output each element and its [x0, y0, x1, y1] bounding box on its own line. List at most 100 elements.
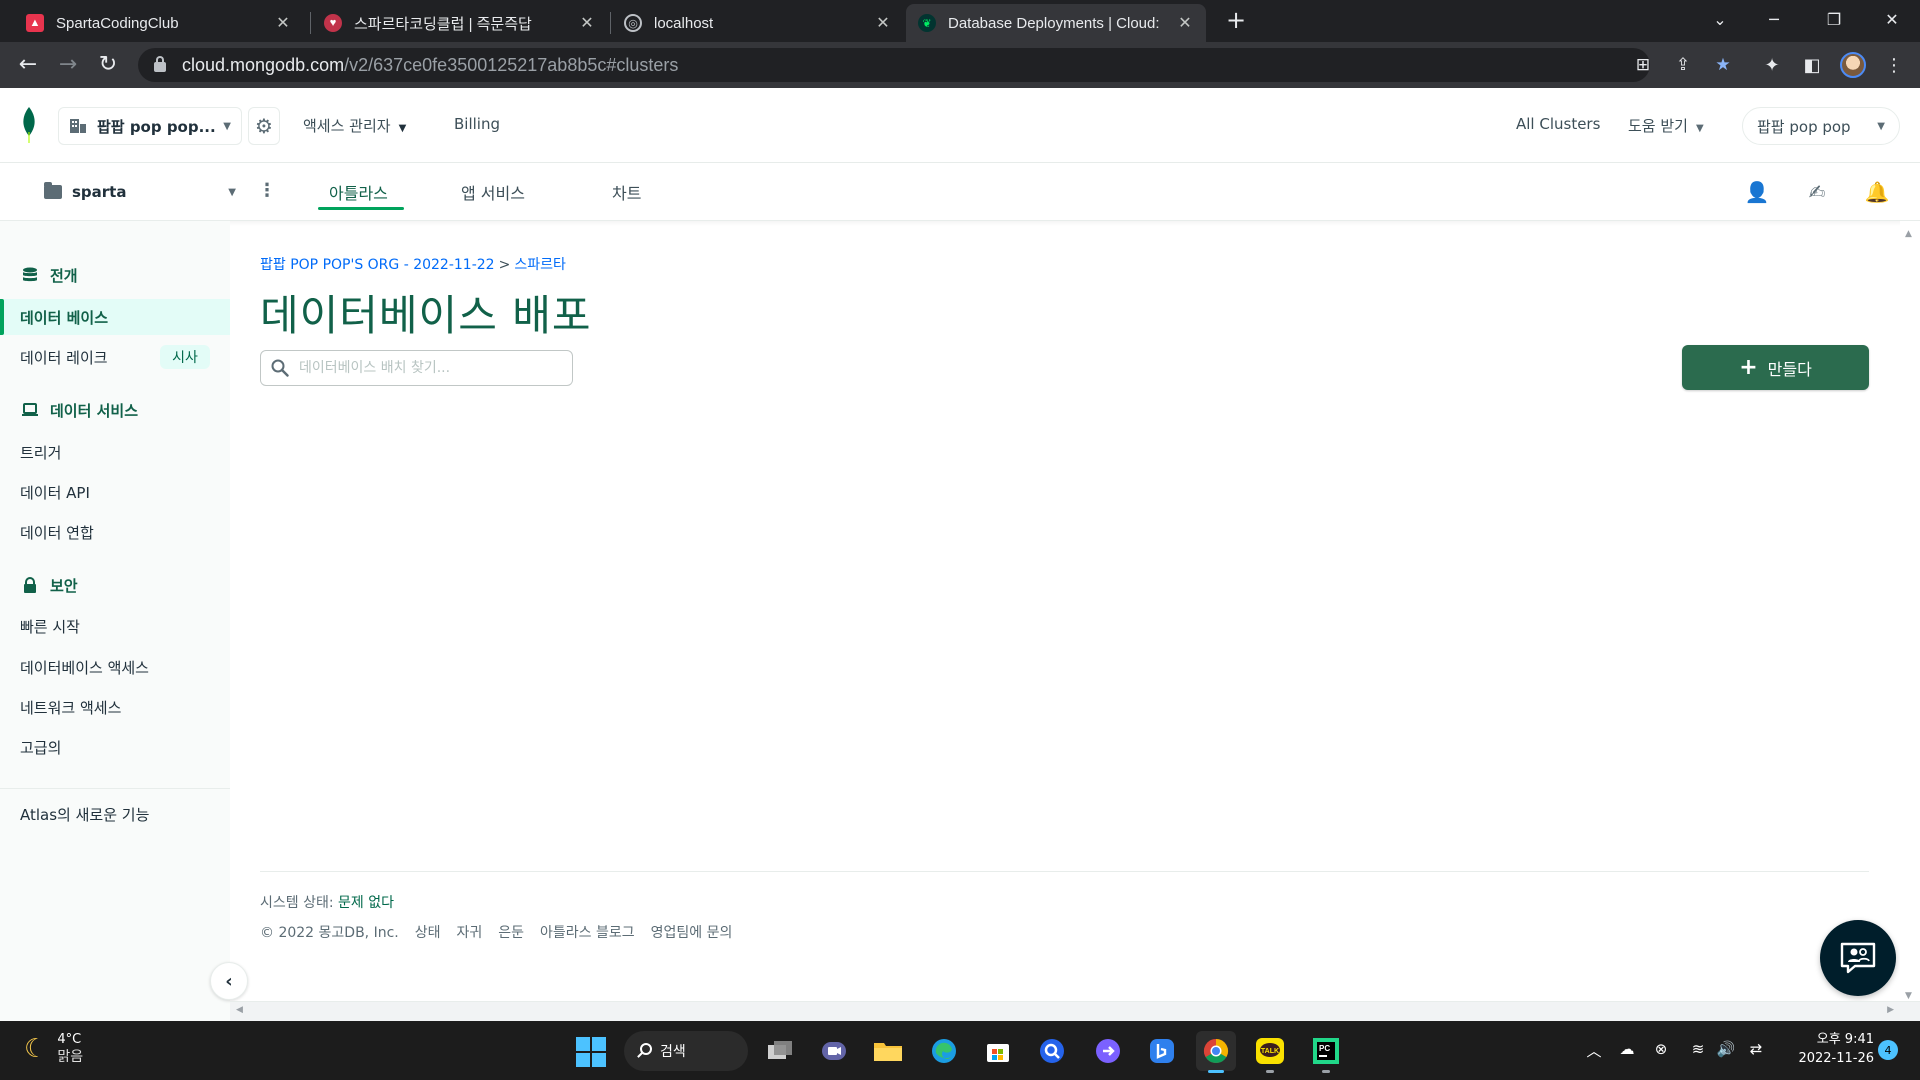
- chrome-browser-icon[interactable]: [1196, 1031, 1236, 1073]
- organization-settings-gear-icon[interactable]: ⚙: [248, 107, 280, 145]
- sidebar-item-network-access[interactable]: 네트워크 액세스: [20, 695, 121, 719]
- help-menu[interactable]: 도움 받기 ▼: [1628, 115, 1704, 136]
- weather-widget[interactable]: ☾ 4°C 맑음: [24, 1032, 83, 1066]
- footer-link-privacy[interactable]: 은둔: [498, 922, 524, 942]
- tab-app-services[interactable]: 앱 서비스: [461, 180, 525, 206]
- footer-link-terms[interactable]: 자귀: [457, 922, 483, 942]
- notification-bell-icon[interactable]: 🔔: [1863, 178, 1891, 206]
- side-panel-icon[interactable]: ◧: [1798, 52, 1826, 80]
- pycharm-icon[interactable]: PC: [1306, 1031, 1346, 1073]
- taskbar-search[interactable]: 검색: [624, 1031, 748, 1071]
- tab-close-icon[interactable]: ✕: [874, 13, 892, 33]
- footer-link-status[interactable]: 상태: [415, 922, 441, 942]
- tab-close-icon[interactable]: ✕: [578, 13, 596, 33]
- project-options-kebab-icon[interactable]: ⋮: [258, 180, 276, 204]
- minimize-button[interactable]: ─: [1754, 6, 1794, 34]
- translate-icon[interactable]: ⊞: [1630, 52, 1656, 78]
- mongodb-leaf-favicon-icon: ❦: [918, 14, 936, 32]
- sidebar-item-whats-new[interactable]: Atlas의 새로운 기능: [20, 802, 149, 826]
- sidebar-active-bar: [0, 299, 4, 335]
- network-status-icon[interactable]: ⇄: [1744, 1040, 1768, 1064]
- share-icon[interactable]: ⇪: [1670, 52, 1696, 78]
- restore-button[interactable]: ❐: [1814, 6, 1854, 34]
- scroll-down-icon[interactable]: ▼: [1905, 991, 1912, 1001]
- windows-start-icon[interactable]: [576, 1037, 606, 1067]
- sidebar-item-advanced[interactable]: 고급의: [20, 735, 61, 759]
- create-deployment-button[interactable]: + 만들다: [1682, 345, 1869, 390]
- tab-close-icon[interactable]: ✕: [1176, 13, 1194, 33]
- tab-separator: [310, 12, 311, 34]
- close-window-button[interactable]: ✕: [1872, 6, 1912, 34]
- task-view-icon[interactable]: [760, 1031, 800, 1071]
- sidebar-item-data-lake[interactable]: 데이터 레이크: [20, 345, 108, 369]
- reload-icon[interactable]: ↻: [94, 52, 122, 80]
- support-chat-button[interactable]: [1820, 920, 1896, 996]
- mongodb-leaf-logo-icon[interactable]: [20, 106, 38, 144]
- sidebar-item-data-federation[interactable]: 데이터 연합: [20, 520, 94, 544]
- system-status-link[interactable]: 문제 없다: [338, 895, 394, 911]
- vertical-scrollbar[interactable]: ▲ ▼: [1900, 221, 1920, 1001]
- edge-browser-icon[interactable]: [924, 1031, 964, 1071]
- tab-atlas[interactable]: 아틀라스: [329, 180, 388, 206]
- taskbar-clock[interactable]: 오후 9:41 2022-11-26: [1784, 1030, 1874, 1068]
- footer-link-contact-sales[interactable]: 영업팀에 문의: [651, 922, 733, 942]
- kakaotalk-icon[interactable]: TALK: [1250, 1031, 1290, 1073]
- billing-link[interactable]: Billing: [454, 115, 500, 133]
- extensions-puzzle-icon[interactable]: ✦: [1758, 52, 1786, 80]
- onedrive-error-icon[interactable]: ☁: [1614, 1040, 1640, 1064]
- svg-text:PC: PC: [1319, 1044, 1330, 1053]
- sidebar-item-triggers[interactable]: 트리거: [20, 440, 61, 464]
- wifi-icon[interactable]: ≋: [1686, 1040, 1710, 1064]
- access-manager-menu[interactable]: 액세스 관리자 ▼: [303, 115, 406, 136]
- tab-charts[interactable]: 차트: [612, 180, 641, 206]
- notification-count-badge[interactable]: 4: [1878, 1040, 1898, 1060]
- search-app-icon[interactable]: [1032, 1031, 1072, 1071]
- activity-feed-icon[interactable]: ✍: [1803, 178, 1831, 206]
- back-arrow-icon[interactable]: ←: [14, 52, 42, 80]
- tab-search-chevron-icon[interactable]: ⌄: [1700, 6, 1740, 34]
- deployment-search-input[interactable]: [299, 360, 549, 376]
- all-clusters-link[interactable]: All Clusters: [1516, 115, 1600, 133]
- profile-avatar[interactable]: [1840, 52, 1866, 78]
- page-title: 데이터베이스 배포: [260, 291, 592, 340]
- footer-link-atlas-blog[interactable]: 아틀라스 블로그: [540, 922, 635, 942]
- breadcrumb-project-link[interactable]: 스파르타: [514, 257, 566, 273]
- scroll-up-icon[interactable]: ▲: [1905, 229, 1912, 239]
- forward-arrow-icon[interactable]: →: [54, 52, 82, 80]
- organization-selector[interactable]: 팝팝 pop pop... ▼: [58, 107, 242, 145]
- browser-tab-sparta-qna[interactable]: ♥ 스파르타코딩클럽 | 즉문즉답 ✕: [312, 4, 608, 42]
- show-hidden-icons-chevron-icon[interactable]: ︿: [1584, 1040, 1604, 1064]
- horizontal-scrollbar[interactable]: ◀ ▶: [230, 1001, 1920, 1021]
- status-close-icon[interactable]: ⊗: [1648, 1040, 1674, 1064]
- tab-close-icon[interactable]: ✕: [274, 13, 292, 33]
- browser-tab-spartacodingclub[interactable]: ▲ SpartaCodingClub ✕: [14, 4, 304, 42]
- url-path: /v2/637ce0fe3500125217ab8b5c#clusters: [344, 54, 679, 75]
- sidebar-item-database[interactable]: 데이터 베이스: [20, 305, 108, 329]
- microsoft-store-icon[interactable]: [978, 1031, 1018, 1071]
- deployment-search-box[interactable]: [260, 350, 573, 386]
- lock-icon[interactable]: [154, 56, 166, 72]
- invite-user-icon[interactable]: 👤: [1743, 178, 1771, 206]
- browser-tab-localhost[interactable]: ◎ localhost ✕: [612, 4, 904, 42]
- chrome-menu-icon[interactable]: ⋮: [1880, 52, 1908, 80]
- arrow-circle-app-icon[interactable]: [1088, 1031, 1128, 1071]
- volume-icon[interactable]: 🔊: [1714, 1040, 1738, 1064]
- browser-tab-database-deployments[interactable]: ❦ Database Deployments | Cloud: ✕: [906, 4, 1206, 42]
- sidebar-item-quick-start[interactable]: 빠른 시작: [20, 614, 80, 638]
- bing-app-icon[interactable]: [1142, 1031, 1182, 1071]
- user-menu[interactable]: 팝팝 pop pop ▼: [1742, 107, 1900, 145]
- new-tab-button[interactable]: +: [1222, 6, 1250, 34]
- address-bar[interactable]: cloud.mongodb.com/v2/637ce0fe3500125217a…: [138, 48, 1650, 82]
- teams-chat-icon[interactable]: [814, 1031, 854, 1071]
- scroll-left-icon[interactable]: ◀: [236, 1005, 243, 1015]
- file-explorer-icon[interactable]: [868, 1031, 908, 1071]
- breadcrumb-org-link[interactable]: 팝팝 POP POP'S ORG - 2022-11-22: [260, 257, 495, 273]
- sidebar-item-data-api[interactable]: 데이터 API: [20, 480, 90, 504]
- collapse-sidebar-chevron-icon[interactable]: ‹: [210, 962, 248, 1000]
- bookmark-star-icon[interactable]: ★: [1710, 52, 1736, 78]
- project-selector[interactable]: sparta ▼: [44, 180, 236, 204]
- url-host: cloud.mongodb.com: [182, 54, 345, 75]
- sidebar-item-database-access[interactable]: 데이터베이스 액세스: [20, 655, 149, 679]
- footer-links: © 2022 몽고DB, Inc. 상태 자귀 은둔 아틀라스 블로그 영업팀에…: [260, 922, 732, 942]
- scroll-right-icon[interactable]: ▶: [1887, 1005, 1894, 1015]
